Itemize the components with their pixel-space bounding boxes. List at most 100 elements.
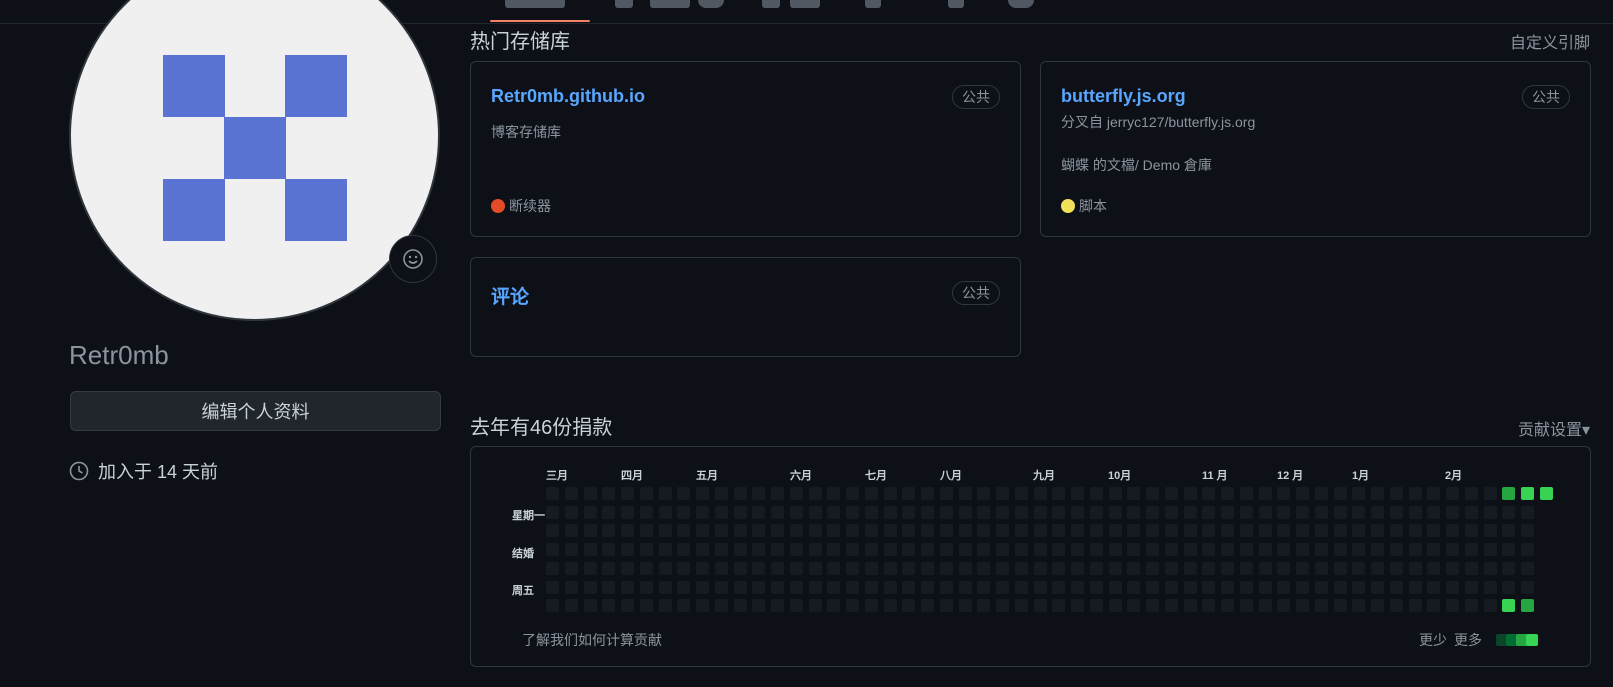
contribution-day[interactable] bbox=[677, 561, 691, 575]
contribution-day[interactable] bbox=[808, 599, 822, 613]
contribution-day[interactable] bbox=[733, 561, 747, 575]
contribution-day[interactable] bbox=[1333, 487, 1347, 500]
contribution-day[interactable] bbox=[564, 580, 578, 594]
contribution-day[interactable] bbox=[1014, 599, 1028, 613]
contribution-day[interactable] bbox=[771, 524, 784, 538]
contribution-day[interactable] bbox=[1014, 524, 1028, 538]
contribution-day[interactable] bbox=[546, 580, 559, 594]
contribution-day[interactable] bbox=[677, 524, 691, 538]
contribution-day[interactable] bbox=[1014, 580, 1028, 594]
contribution-day[interactable] bbox=[1221, 487, 1234, 500]
contribution-day[interactable] bbox=[846, 543, 859, 557]
contribution-settings-dropdown[interactable]: 贡献设置▾ bbox=[1518, 416, 1590, 440]
contribution-day[interactable] bbox=[546, 487, 559, 500]
contribution-day[interactable] bbox=[1164, 561, 1178, 575]
contribution-day[interactable] bbox=[1071, 580, 1084, 594]
contribution-day[interactable] bbox=[846, 580, 859, 594]
contribution-day[interactable] bbox=[883, 561, 897, 575]
contribution-day[interactable] bbox=[733, 543, 747, 557]
contribution-day[interactable] bbox=[564, 561, 578, 575]
contribution-day[interactable] bbox=[827, 599, 841, 613]
contribution-day[interactable] bbox=[771, 580, 784, 594]
contribution-day[interactable] bbox=[1202, 561, 1216, 575]
contribution-day[interactable] bbox=[1221, 543, 1234, 557]
contribution-day[interactable] bbox=[771, 505, 784, 519]
contribution-day[interactable] bbox=[1127, 561, 1141, 575]
contribution-day[interactable] bbox=[546, 524, 559, 538]
contribution-day[interactable] bbox=[1352, 599, 1366, 613]
contribution-day[interactable] bbox=[1389, 599, 1403, 613]
contribution-day[interactable] bbox=[583, 524, 597, 538]
contribution-day[interactable] bbox=[1371, 505, 1384, 519]
contribution-day[interactable] bbox=[864, 561, 878, 575]
contribution-day[interactable] bbox=[808, 561, 822, 575]
tab-projects[interactable] bbox=[790, 0, 820, 8]
contribution-day[interactable] bbox=[733, 487, 747, 500]
contribution-day[interactable] bbox=[583, 561, 597, 575]
contribution-day[interactable] bbox=[1483, 599, 1497, 613]
contribution-day[interactable] bbox=[846, 561, 859, 575]
contribution-day[interactable] bbox=[1258, 599, 1272, 613]
contribution-day[interactable] bbox=[1521, 599, 1534, 613]
contribution-day[interactable] bbox=[939, 505, 953, 519]
contribution-day[interactable] bbox=[1164, 543, 1178, 557]
contribution-day[interactable] bbox=[1202, 543, 1216, 557]
contribution-day[interactable] bbox=[771, 487, 784, 500]
contribution-day[interactable] bbox=[1352, 487, 1366, 500]
contribution-day[interactable] bbox=[1164, 487, 1178, 500]
contribution-day[interactable] bbox=[921, 505, 934, 519]
contribution-day[interactable] bbox=[752, 599, 766, 613]
contribution-day[interactable] bbox=[1052, 561, 1066, 575]
contribution-day[interactable] bbox=[1296, 561, 1309, 575]
contribution-day[interactable] bbox=[1352, 505, 1366, 519]
contribution-day[interactable] bbox=[1202, 487, 1216, 500]
contribution-day[interactable] bbox=[1427, 524, 1441, 538]
contribution-day[interactable] bbox=[1333, 599, 1347, 613]
contribution-day[interactable] bbox=[621, 580, 634, 594]
contribution-day[interactable] bbox=[1071, 505, 1084, 519]
contribution-day[interactable] bbox=[846, 524, 859, 538]
contribution-day[interactable] bbox=[977, 580, 991, 594]
contribution-day[interactable] bbox=[1371, 543, 1384, 557]
contribution-day[interactable] bbox=[1089, 487, 1103, 500]
contribution-day[interactable] bbox=[1408, 580, 1422, 594]
contribution-day[interactable] bbox=[1258, 487, 1272, 500]
contribution-day[interactable] bbox=[996, 599, 1009, 613]
contribution-day[interactable] bbox=[1033, 524, 1047, 538]
contribution-day[interactable] bbox=[677, 487, 691, 500]
contribution-day[interactable] bbox=[902, 505, 916, 519]
contribution-day[interactable] bbox=[1033, 561, 1047, 575]
contribution-day[interactable] bbox=[902, 543, 916, 557]
contribution-day[interactable] bbox=[752, 580, 766, 594]
contribution-day[interactable] bbox=[789, 505, 803, 519]
contribution-day[interactable] bbox=[1352, 580, 1366, 594]
contribution-day[interactable] bbox=[958, 505, 972, 519]
contribution-day[interactable] bbox=[1164, 580, 1178, 594]
contribution-day[interactable] bbox=[1071, 543, 1084, 557]
contribution-day[interactable] bbox=[1296, 505, 1309, 519]
contribution-day[interactable] bbox=[1483, 487, 1497, 500]
contribution-day[interactable] bbox=[1108, 487, 1122, 500]
contribution-day[interactable] bbox=[1221, 505, 1234, 519]
contribution-day[interactable] bbox=[1408, 543, 1422, 557]
contribution-day[interactable] bbox=[1239, 543, 1253, 557]
contribution-day[interactable] bbox=[1464, 543, 1478, 557]
contribution-day[interactable] bbox=[1483, 561, 1497, 575]
contribution-day[interactable] bbox=[1071, 561, 1084, 575]
contribution-day[interactable] bbox=[621, 524, 634, 538]
contribution-day[interactable] bbox=[733, 524, 747, 538]
contribution-day[interactable] bbox=[996, 580, 1009, 594]
contribution-day[interactable] bbox=[1408, 505, 1422, 519]
contribution-day[interactable] bbox=[1371, 561, 1384, 575]
contribution-day[interactable] bbox=[921, 599, 934, 613]
contribution-day[interactable] bbox=[789, 487, 803, 500]
contribution-day[interactable] bbox=[827, 487, 841, 500]
contribution-day[interactable] bbox=[1333, 543, 1347, 557]
contribution-day[interactable] bbox=[1408, 524, 1422, 538]
contribution-day[interactable] bbox=[1408, 487, 1422, 500]
star-icon[interactable] bbox=[948, 0, 964, 8]
contribution-day[interactable] bbox=[1146, 524, 1159, 538]
contribution-day[interactable] bbox=[1127, 599, 1141, 613]
contribution-day[interactable] bbox=[1277, 543, 1291, 557]
contribution-day[interactable] bbox=[1127, 505, 1141, 519]
